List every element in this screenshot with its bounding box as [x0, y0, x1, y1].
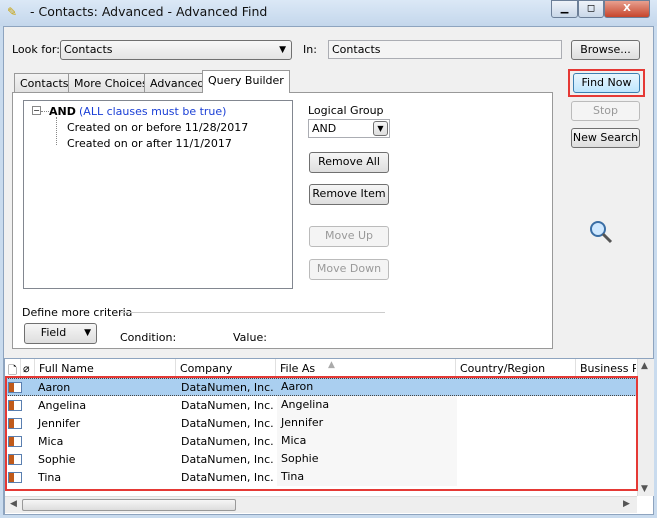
logical-group-label: Logical Group	[308, 104, 384, 117]
column-company[interactable]: Company	[176, 359, 276, 377]
attachment-icon[interactable]: ⌀	[21, 359, 35, 377]
vertical-scrollbar[interactable]: ▲ ▼	[637, 359, 654, 496]
column-full-name[interactable]: Full Name	[35, 359, 176, 377]
sort-ascending-icon: ▲	[328, 360, 335, 370]
logical-group-value: AND	[312, 122, 337, 135]
minimize-button[interactable]: ▁	[551, 0, 578, 18]
close-button[interactable]: X	[604, 0, 650, 18]
horizontal-scrollbar[interactable]: ◀ ▶	[5, 496, 637, 513]
chevron-down-icon: ▼	[373, 121, 388, 136]
tree-clause[interactable]: Created on or after 11/1/2017	[67, 137, 232, 150]
remove-all-button[interactable]: Remove All	[309, 152, 389, 173]
app-icon: ✎	[7, 5, 18, 19]
remove-item-button[interactable]: Remove Item	[309, 184, 389, 205]
tree-clause[interactable]: Created on or before 11/28/2017	[67, 121, 248, 134]
field-button[interactable]: Field ▼	[24, 323, 97, 344]
new-search-button[interactable]: New Search	[571, 128, 640, 148]
value-label: Value:	[233, 331, 267, 344]
field-label: Field	[40, 326, 67, 339]
move-down-button[interactable]: Move Down	[309, 259, 389, 280]
tree-root[interactable]: AND	[49, 105, 76, 118]
column-country-region[interactable]: Country/Region	[456, 359, 576, 377]
chevron-down-icon: ▼	[84, 328, 91, 338]
find-now-button[interactable]: Find Now	[573, 73, 640, 93]
title-bar: ✎ - Contacts: Advanced - Advanced Find ▁…	[0, 0, 657, 26]
scroll-down-icon[interactable]: ▼	[641, 484, 648, 494]
condition-label: Condition:	[120, 331, 177, 344]
maximize-button[interactable]: ◻	[578, 0, 604, 18]
scroll-up-icon[interactable]: ▲	[641, 361, 648, 371]
results-highlight	[5, 376, 638, 491]
in-label: In:	[303, 43, 317, 56]
scroll-left-icon[interactable]: ◀	[10, 499, 17, 509]
tree-line	[41, 111, 49, 112]
move-up-button[interactable]: Move Up	[309, 226, 389, 247]
tab-advanced[interactable]: Advanced	[144, 73, 211, 93]
tree-root-desc: (ALL clauses must be true)	[79, 105, 227, 118]
column-business-phone[interactable]: Business Pl	[576, 359, 636, 377]
tab-more-choices[interactable]: More Choices	[68, 73, 154, 93]
horizontal-scroll-thumb[interactable]	[22, 499, 236, 511]
item-type-icon[interactable]: 🗋	[5, 359, 21, 377]
chevron-down-icon: ▼	[279, 45, 286, 55]
window-title: - Contacts: Advanced - Advanced Find	[30, 4, 268, 19]
define-more-criteria-label: Define more criteria	[22, 306, 133, 319]
query-tree[interactable]: − AND (ALL clauses must be true) Created…	[23, 100, 293, 289]
scroll-right-icon[interactable]: ▶	[623, 499, 630, 509]
tree-line	[56, 117, 57, 145]
divider	[120, 312, 385, 313]
column-file-as-label: File As	[280, 362, 316, 375]
stop-button[interactable]: Stop	[571, 101, 640, 121]
look-for-value: Contacts	[64, 43, 113, 56]
look-for-label: Look for:	[12, 43, 60, 56]
column-file-as[interactable]: File As ▲	[276, 359, 456, 377]
magnifier-icon	[590, 221, 613, 244]
look-for-select[interactable]: Contacts ▼	[60, 40, 292, 60]
collapse-icon[interactable]: −	[32, 106, 41, 115]
in-field: Contacts	[328, 40, 562, 59]
browse-button[interactable]: Browse...	[571, 40, 640, 60]
tab-contacts[interactable]: Contacts	[14, 73, 75, 93]
tab-query-builder[interactable]: Query Builder	[202, 70, 290, 93]
logical-group-select[interactable]: AND ▼	[308, 119, 390, 138]
